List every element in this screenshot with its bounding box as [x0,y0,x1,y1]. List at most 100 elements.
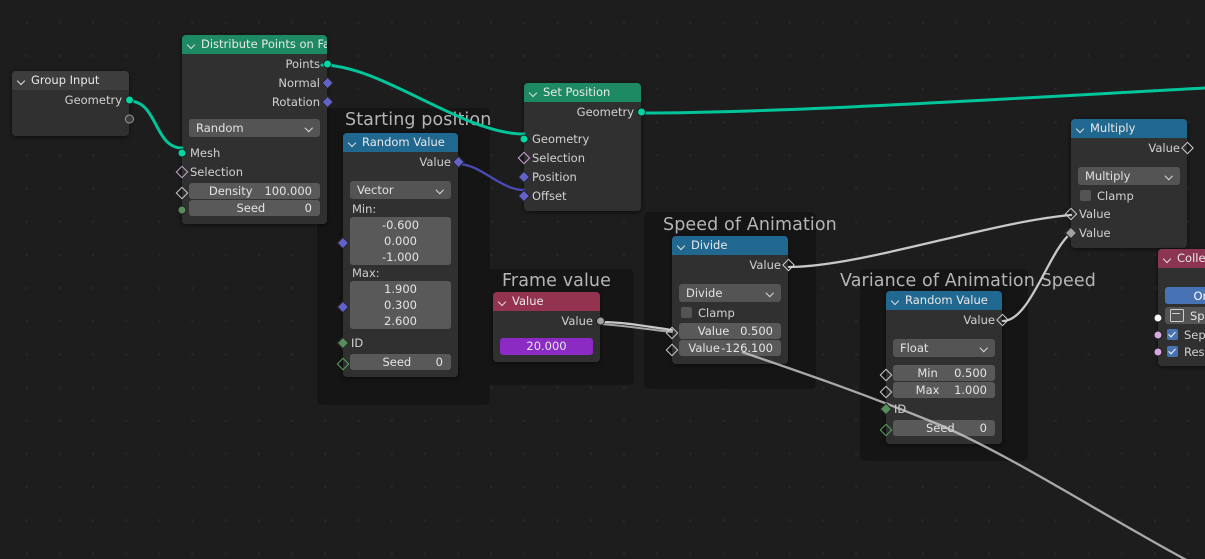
chevron-down-icon[interactable] [1077,125,1085,133]
clamp-checkbox-row[interactable]: Clamp [672,304,788,321]
node-set-position[interactable]: Set Position Geometry Geometry Selection… [517,83,646,211]
socket-row-geometry-out[interactable]: Geometry [524,102,646,121]
divide-value-2-field[interactable]: Value -126.100 [679,340,781,356]
clamp-checkbox[interactable] [681,307,692,318]
seed-field[interactable]: Seed 0 [350,353,451,370]
value-field[interactable]: 20.000 [500,337,593,355]
node-header-group-input[interactable]: Group Input [12,71,129,90]
seed-field[interactable]: Seed 0 [893,420,995,436]
separate-children-row[interactable]: Separ [1158,326,1205,343]
socket-density-input[interactable] [175,186,189,199]
node-distribute-points-on-faces[interactable]: Distribute Points on Faces Points Normal… [175,35,334,224]
node-header-value[interactable]: Value [493,292,600,311]
node-editor-canvas[interactable]: Starting position Frame value Speed of A… [0,0,1205,559]
socket-row-geometry-in[interactable]: Geometry [519,129,641,148]
min-y-field[interactable]: 0.000 [350,233,451,249]
socket-row-normal-out[interactable]: Normal [182,73,334,92]
socket-row-selection-in[interactable]: Selection [517,148,641,167]
socket-geometry-output[interactable] [637,107,646,116]
socket-row-extend-out[interactable] [12,109,134,128]
socket-row-mesh-in[interactable]: Mesh [177,143,327,162]
density-field[interactable]: Density 100.000 [189,182,320,199]
socket-row-value-in-1[interactable]: Value [1064,204,1187,223]
random-value-datatype-dropdown[interactable]: Vector [350,181,451,199]
socket-rotation-output[interactable] [320,95,334,108]
node-header-divide[interactable]: Divide [672,236,788,255]
socket-row-value-out[interactable]: Value [886,310,1009,329]
socket-points-output[interactable] [323,59,332,68]
socket-row-value-out[interactable]: Value [493,311,605,330]
socket-row-position-in[interactable]: Position [517,167,641,186]
socket-geometry-output[interactable] [125,95,134,104]
socket-row-value-in-2[interactable]: Value [1064,223,1187,242]
node-header-distribute-points[interactable]: Distribute Points on Faces [182,35,327,54]
socket-mesh-input[interactable] [177,148,187,157]
socket-row-value-out[interactable]: Value [343,152,465,171]
node-header-random-value-vector[interactable]: Random Value [343,133,458,152]
node-random-value-float[interactable]: Random Value Value Float Min 0.500 Max 1… [879,291,1009,444]
collection-selector[interactable]: Spri [1165,307,1205,324]
socket-selection-input[interactable] [175,165,189,178]
socket-row-offset-in[interactable]: Offset [517,186,641,205]
socket-normal-output[interactable] [320,76,334,89]
divide-operation-dropdown[interactable]: Divide [679,284,781,302]
chevron-down-icon[interactable] [499,298,507,306]
node-random-value-vector[interactable]: Random Value Value Vector Min: -0.600 0.… [336,133,465,377]
chevron-down-icon[interactable] [892,297,900,305]
max-z-field[interactable]: 2.600 [350,313,451,329]
socket-value-output[interactable] [1180,141,1194,154]
node-header-set-position[interactable]: Set Position [524,83,641,102]
socket-row-id-in[interactable]: ID [879,400,1002,419]
clamp-checkbox[interactable] [1080,190,1091,201]
max-x-field[interactable]: 1.900 [350,281,451,297]
chevron-down-icon[interactable] [188,41,196,49]
node-multiply[interactable]: Multiply Value Multiply Clamp Value Valu… [1064,119,1194,248]
multiply-operation-dropdown[interactable]: Multiply [1078,167,1180,185]
socket-row-points-out[interactable]: Points [182,54,332,73]
divide-value-1-field[interactable]: Value 0.500 [679,322,781,339]
socket-collection-input[interactable] [1153,313,1163,322]
seed-field[interactable]: Seed 0 [189,200,320,216]
socket-separate-children-input[interactable] [1153,330,1163,340]
socket-offset-input[interactable] [517,189,531,202]
chevron-down-icon[interactable] [18,77,26,85]
socket-row-id-in[interactable]: ID [336,333,458,352]
random-value-datatype-dropdown[interactable]: Float [893,339,995,357]
reset-children-row[interactable]: Reset [1158,343,1205,360]
socket-selection-input[interactable] [517,151,531,164]
chevron-down-icon[interactable] [349,139,357,147]
socket-extend-output[interactable] [125,114,134,123]
clamp-checkbox-row[interactable]: Clamp [1071,187,1187,204]
socket-value-output[interactable] [596,316,605,325]
reset-children-checkbox[interactable] [1167,346,1178,357]
socket-geometry-input[interactable] [519,134,529,143]
separate-children-checkbox[interactable] [1167,329,1178,340]
max-y-field[interactable]: 0.300 [350,297,451,313]
min-field[interactable]: Min 0.500 [893,364,995,381]
socket-row-selection-in[interactable]: Selection [175,162,327,181]
socket-value-input-1[interactable] [1064,207,1078,220]
socket-row-value-out[interactable]: Value [672,255,795,274]
node-header-random-value-float[interactable]: Random Value [886,291,1002,310]
node-value-frame[interactable]: Value Value 20.000 [493,292,605,362]
transform-space-button[interactable]: Original [1165,287,1205,304]
socket-value-input-2[interactable] [1064,226,1078,239]
min-z-field[interactable]: -1.000 [350,249,451,265]
socket-position-input[interactable] [517,170,531,183]
node-header-multiply[interactable]: Multiply [1071,119,1187,138]
socket-row-rotation-out[interactable]: Rotation [182,92,334,111]
chevron-down-icon[interactable] [678,242,686,250]
chevron-down-icon[interactable] [1164,255,1172,263]
socket-row-value-out[interactable]: Value [1071,138,1194,157]
max-field[interactable]: Max 1.000 [893,382,995,398]
node-divide[interactable]: Divide Value Divide Clamp Value 0.500 Va… [665,236,795,364]
socket-seed-input[interactable] [177,205,187,215]
distribute-method-dropdown[interactable]: Random [189,119,320,137]
min-x-field[interactable]: -0.600 [350,217,451,233]
chevron-down-icon[interactable] [530,89,538,97]
socket-row-geometry-out[interactable]: Geometry [12,90,134,109]
socket-reset-children-input[interactable] [1153,347,1163,357]
node-header-collection-info[interactable]: Collect [1158,249,1205,268]
node-collection-info[interactable]: Collect Original Spri Separ [1153,249,1205,366]
node-group-input[interactable]: Group Input Geometry [12,71,134,136]
